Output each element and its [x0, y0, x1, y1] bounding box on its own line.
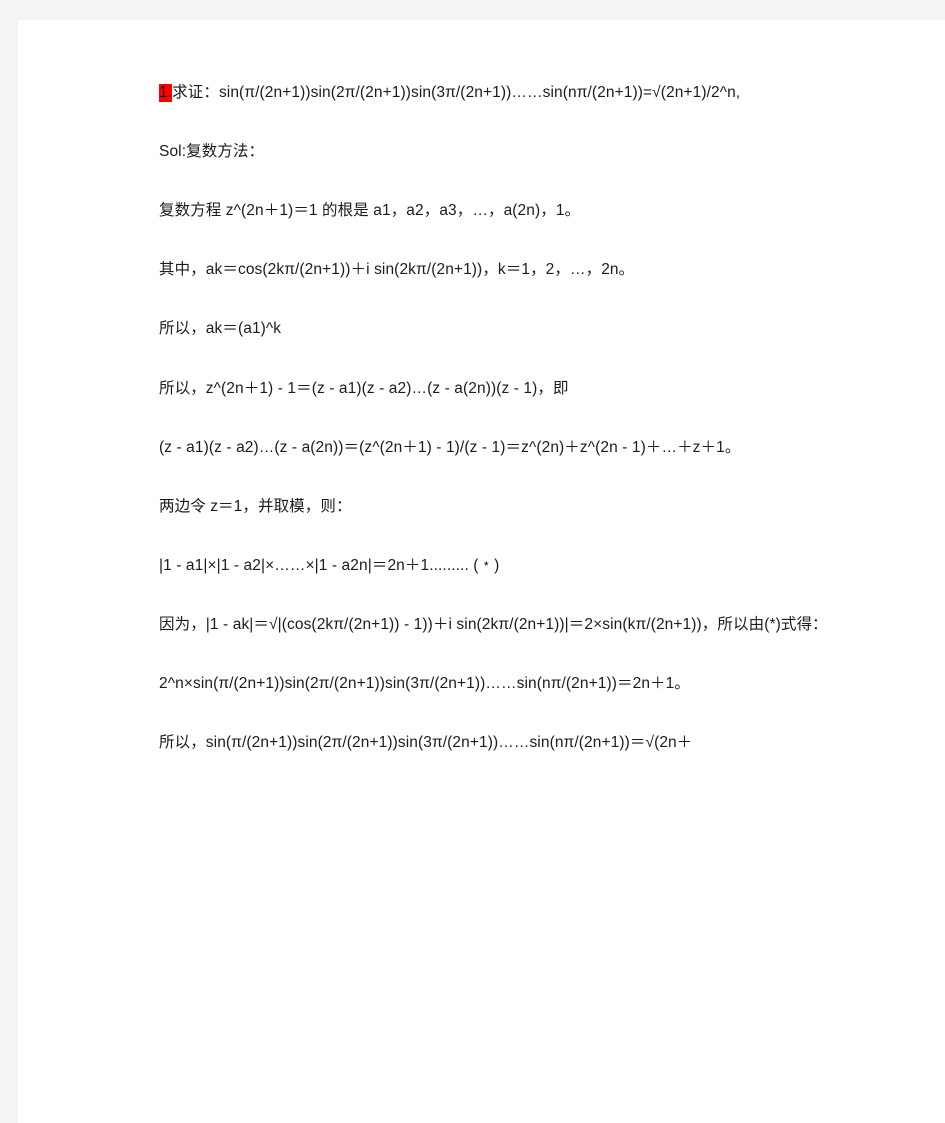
document-body: 1.求证：sin(π/(2n+1))sin(2π/(2n+1))sin(3π/(…: [128, 80, 850, 755]
paragraph-problem-statement: 1.求证：sin(π/(2n+1))sin(2π/(2n+1))sin(3π/(…: [128, 80, 850, 105]
paragraph-roots-of-unity: 复数方程 z^(2n＋1)＝1 的根是 a1，a2，a3，…，a(2n)，1。: [159, 202, 581, 220]
paragraph-root-power: 所以，ak＝(a1)^k: [159, 320, 282, 338]
highlighted-item-number: 1.: [159, 84, 173, 102]
paragraph-factorization: 所以，z^(2n＋1) - 1＝(z - a1)(z - a2)…(z - a(…: [159, 379, 569, 397]
paragraph-text: 求证：sin(π/(2n+1))sin(2π/(2n+1))sin(3π/(2n…: [172, 84, 741, 101]
paragraph-geometric-expansion: (z - a1)(z - a2)…(z - a(2n))＝(z^(2n＋1) -…: [159, 438, 741, 456]
paragraph-modulus-product: |1 - a1|×|1 - a2|×……×|1 - a2n|＝2n＋1.....…: [159, 556, 500, 574]
paragraph-solution-heading: Sol:复数方法：: [159, 143, 265, 161]
paragraph-root-definition: 其中，ak＝cos(2kπ/(2n+1))＋i sin(2kπ/(2n+1))，…: [159, 261, 635, 279]
paragraph-substitute-z-one: 两边令 z＝1，并取模，则：: [159, 497, 352, 515]
paragraph-modulus-derivation: 因为，|1 - ak|＝√|(cos(2kπ/(2n+1)) - 1))＋i s…: [159, 615, 828, 633]
document-page: 1.求证：sin(π/(2n+1))sin(2π/(2n+1))sin(3π/(…: [18, 20, 945, 1123]
paragraph-conclusion: 所以，sin(π/(2n+1))sin(2π/(2n+1))sin(3π/(2n…: [159, 734, 693, 752]
paragraph-product-equation: 2^n×sin(π/(2n+1))sin(2π/(2n+1))sin(3π/(2…: [159, 675, 690, 693]
